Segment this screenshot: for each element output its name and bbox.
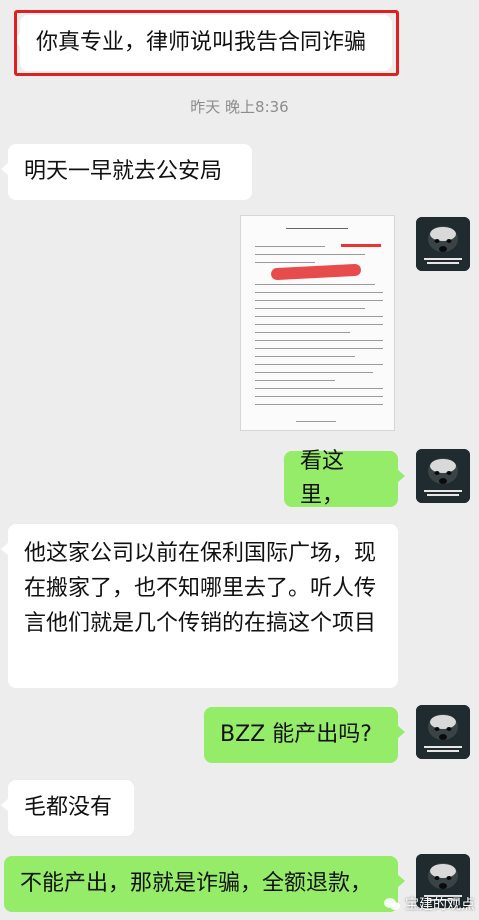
- doc-line: [255, 284, 375, 285]
- doc-line: [255, 396, 383, 397]
- watermark-text: 宝建的观点: [405, 897, 475, 913]
- message-bubble-sent[interactable]: BZZ 能产出吗?: [204, 707, 405, 763]
- doc-line: [255, 316, 383, 317]
- doc-line: [255, 308, 365, 309]
- doc-line: [255, 340, 383, 341]
- honey-badger-avatar-icon: [416, 705, 470, 759]
- message-text: 他这家公司以前在保利国际广场，现在搬家了，也不知哪里去了。听人传言他们就是几个传…: [24, 541, 377, 636]
- doc-redaction-scribble: [270, 263, 362, 281]
- doc-line: [255, 300, 383, 301]
- avatar[interactable]: [416, 449, 470, 503]
- message-bubble-received[interactable]: 明天一早就去公安局: [1, 144, 252, 200]
- honey-badger-avatar-icon: [416, 449, 470, 503]
- doc-line: [255, 372, 373, 373]
- doc-line: [255, 388, 383, 389]
- doc-line: [255, 380, 335, 381]
- honey-badger-avatar-icon: [416, 217, 470, 271]
- wechat-logo-icon: [384, 898, 400, 910]
- doc-line: [255, 254, 365, 255]
- message-bubble-sent[interactable]: 看这里，: [284, 449, 405, 508]
- avatar[interactable]: [416, 705, 470, 759]
- doc-line: [255, 292, 383, 293]
- doc-line: [255, 246, 325, 247]
- message-text: 毛都没有: [24, 795, 113, 820]
- doc-line: [341, 244, 381, 247]
- message-text: BZZ 能产出吗?: [220, 722, 372, 747]
- red-highlight-frame: [14, 10, 399, 76]
- doc-line: [255, 348, 383, 349]
- doc-title-line: [286, 228, 348, 229]
- message-bubble-received[interactable]: 他这家公司以前在保利国际广场，现在搬家了，也不知哪里去了。听人传言他们就是几个传…: [1, 524, 398, 688]
- doc-line: [296, 421, 336, 422]
- doc-line: [255, 324, 383, 325]
- doc-line: [255, 332, 350, 333]
- message-text: 看这里，: [300, 449, 345, 508]
- message-text: 不能产出，那就是诈骗，全额退款，: [20, 871, 373, 896]
- contract-document-image[interactable]: [240, 215, 395, 431]
- avatar[interactable]: [416, 217, 470, 271]
- doc-line: [255, 404, 383, 405]
- doc-line: [255, 364, 383, 365]
- message-bubble-received[interactable]: 毛都没有: [1, 780, 134, 836]
- message-text: 明天一早就去公安局: [24, 159, 223, 184]
- doc-line: [255, 262, 315, 263]
- message-bubble-sent[interactable]: 不能产出，那就是诈骗，全额退款，: [4, 856, 405, 912]
- timestamp: 昨天 晚上8:36: [190, 98, 289, 116]
- doc-line: [255, 356, 355, 357]
- watermark: 宝建的观点: [383, 893, 475, 915]
